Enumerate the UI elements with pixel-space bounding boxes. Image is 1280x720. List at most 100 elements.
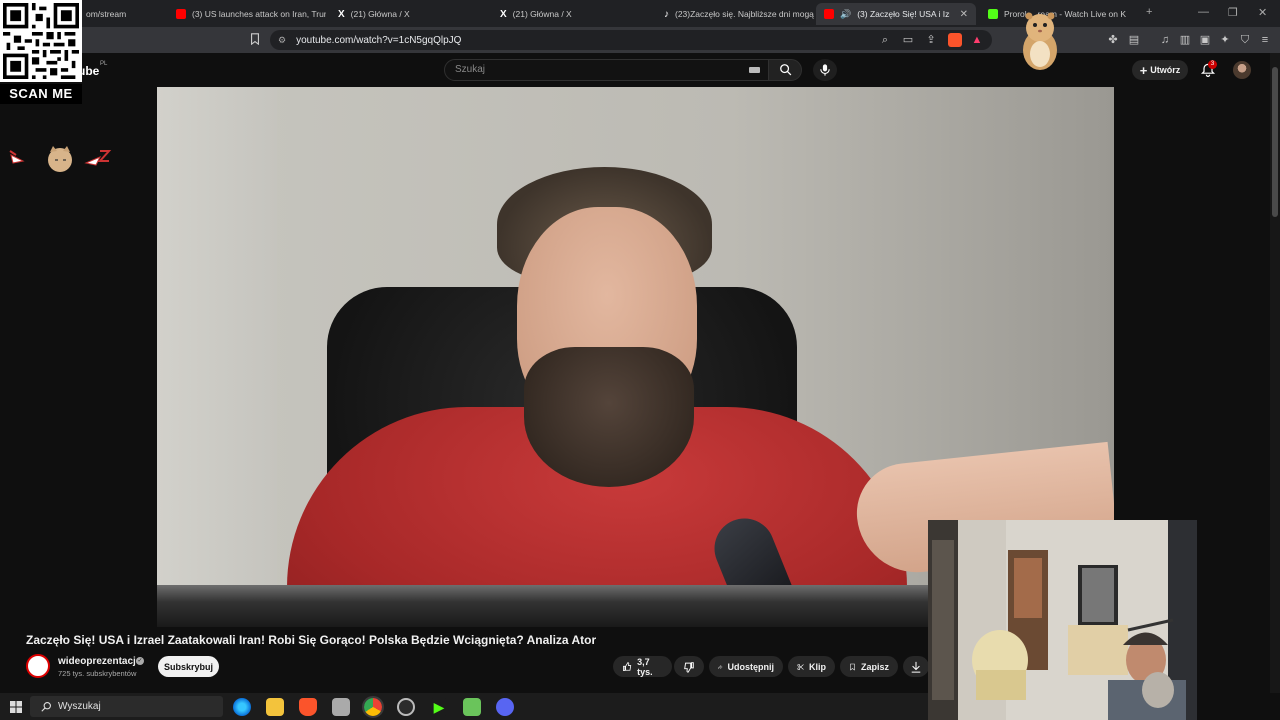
tab-x-home[interactable]: X (21) Główna / X: [330, 3, 492, 25]
browser-tab-strip: om/stream (3) US launches attack on Iran…: [0, 0, 1280, 27]
streaming-app-icon[interactable]: ▶: [430, 698, 448, 716]
share-page-icon[interactable]: ⇪: [924, 33, 938, 47]
clip-label: Klip: [809, 661, 826, 672]
x-favicon-icon: X: [338, 8, 345, 20]
create-label: Utwórz: [1150, 65, 1181, 75]
video-frame-door: [157, 87, 277, 627]
share-icon: [718, 664, 723, 669]
leo-ai-icon[interactable]: ✦: [1218, 33, 1232, 47]
tab-tiktok[interactable]: ♪ (23)Zaczęło się. Najbliższe dni mogą: [656, 3, 816, 25]
download-icon: [911, 661, 921, 673]
tab-title: om/stream: [86, 9, 127, 19]
like-button[interactable]: 3,7 tys.: [613, 656, 672, 677]
tab-title: (21) Główna / X: [350, 9, 410, 19]
speaker-icon: 🔊: [840, 8, 852, 19]
kick-favicon-icon: [988, 9, 998, 19]
streamer-webcam: [928, 520, 1197, 720]
qr-scan-label: SCAN ME: [0, 84, 82, 104]
voice-search-button[interactable]: [813, 59, 837, 81]
youtube-favicon-icon: [176, 9, 186, 19]
notification-badge: 3: [1208, 60, 1217, 69]
qr-code: [0, 0, 82, 82]
restore-icon[interactable]: ❐: [1228, 6, 1238, 19]
tab-title: (23)Zaczęło się. Najbliższe dni mogą: [675, 9, 814, 19]
edge-app-icon[interactable]: [233, 698, 251, 716]
windows-start-icon[interactable]: [10, 701, 22, 713]
share-button[interactable]: Udostępnij: [709, 656, 783, 677]
thumbs-up-icon: [623, 661, 632, 671]
qr-pattern: [3, 3, 79, 79]
menu-icon[interactable]: ≡: [1258, 33, 1272, 47]
save-playlist-icon: [850, 663, 855, 671]
site-info-icon[interactable]: ⚙: [278, 35, 286, 46]
chrome-app-icon[interactable]: [362, 696, 384, 718]
create-button[interactable]: + Utwórz: [1132, 60, 1188, 80]
vpn-icon[interactable]: ⛉: [1238, 33, 1252, 47]
keyboard-icon[interactable]: [749, 67, 760, 73]
subscribe-button[interactable]: Subskrybuj: [158, 656, 219, 677]
tab-title: (21) Główna / X: [512, 9, 572, 19]
tab-kick-stream[interactable]: om/stream: [78, 3, 170, 25]
obs-app-icon[interactable]: [397, 698, 415, 716]
tiktok-favicon-icon: ♪: [664, 8, 669, 20]
x-favicon-icon: X: [500, 8, 507, 20]
account-avatar[interactable]: [1233, 61, 1251, 79]
close-window-icon[interactable]: ✕: [1258, 6, 1267, 19]
clip-button[interactable]: Klip: [788, 656, 835, 677]
video-title: Zaczęło Się! USA i Izrael Zaatakowali Ir…: [26, 633, 597, 647]
bookmark-icon[interactable]: [248, 33, 262, 47]
youtube-favicon-icon: [824, 9, 834, 19]
search-icon: [41, 702, 51, 712]
scrollbar-thumb[interactable]: [1272, 67, 1278, 217]
youtube-region-label: PL: [100, 61, 108, 67]
search-icon: [780, 64, 792, 76]
verified-icon: ✓: [136, 657, 144, 665]
windows-taskbar: Wyszukaj ▶: [0, 693, 928, 720]
save-button[interactable]: Zapisz: [840, 656, 898, 677]
media-control-icon[interactable]: ♫: [1158, 33, 1172, 47]
brave-shield-icon[interactable]: [948, 33, 962, 47]
channel-name[interactable]: wideoprezentacje: [58, 656, 141, 667]
tab-title: (3) Zaczęło Się! USA i Izrael Z: [857, 9, 950, 19]
tab-youtube-news[interactable]: (3) US launches attack on Iran, Trump: [168, 3, 326, 25]
video-frame-beard: [524, 347, 694, 487]
dislike-button[interactable]: [674, 656, 704, 677]
reader-icon[interactable]: ▥: [1178, 33, 1192, 47]
search-button[interactable]: [768, 59, 802, 81]
save-label: Zapisz: [860, 661, 889, 672]
sidebar-icon[interactable]: ▤: [1127, 33, 1141, 47]
like-count: 3,7 tys.: [637, 656, 653, 677]
tab-title: (3) US launches attack on Iran, Trump: [192, 9, 326, 19]
extensions-icon[interactable]: ✤: [1106, 33, 1120, 47]
file-explorer-icon[interactable]: [266, 698, 284, 716]
cast-icon[interactable]: ▭: [901, 33, 915, 47]
channel-avatar[interactable]: [26, 654, 50, 678]
youtube-header: ube PL Szukaj + Utwórz 3: [0, 53, 1280, 87]
search-input[interactable]: Szukaj: [444, 59, 770, 81]
discord-app-icon[interactable]: [496, 698, 514, 716]
thumbs-down-icon: [684, 661, 694, 673]
scissors-icon: [797, 663, 804, 670]
minimize-icon[interactable]: —: [1198, 6, 1209, 18]
tab-youtube-active[interactable]: 🔊 (3) Zaczęło Się! USA i Izrael Z ✕: [816, 3, 976, 25]
close-tab-icon[interactable]: ✕: [960, 9, 968, 20]
tab-x-home-2[interactable]: X (21) Główna / X: [492, 3, 654, 25]
chat-app-icon[interactable]: [463, 698, 481, 716]
browser-toolbar: ⚙ youtube.com/watch?v=1cN5gqQlpJQ ⌕ ▭ ⇪ …: [0, 27, 1280, 53]
wallet-icon[interactable]: ▣: [1198, 33, 1212, 47]
subscriber-count: 725 tys. subskrybentów: [58, 669, 137, 678]
brave-rewards-icon[interactable]: ▲: [970, 33, 984, 47]
brave-browser-icon[interactable]: [299, 698, 317, 716]
microphone-icon: [820, 64, 830, 76]
app-icon-gray[interactable]: [332, 698, 350, 716]
page-scrollbar[interactable]: [1270, 53, 1280, 693]
taskbar-search-label: Wyszukaj: [58, 701, 101, 712]
taskbar-search-box[interactable]: Wyszukaj: [30, 696, 223, 717]
zoom-icon[interactable]: ⌕: [878, 33, 892, 47]
new-tab-icon[interactable]: +: [1146, 6, 1152, 18]
webcam-scene: [928, 520, 1197, 720]
hamster-sticker-icon: [1023, 12, 1057, 70]
share-label: Udostępnij: [727, 661, 775, 672]
plus-icon: +: [1139, 62, 1148, 78]
download-button[interactable]: [903, 656, 929, 677]
